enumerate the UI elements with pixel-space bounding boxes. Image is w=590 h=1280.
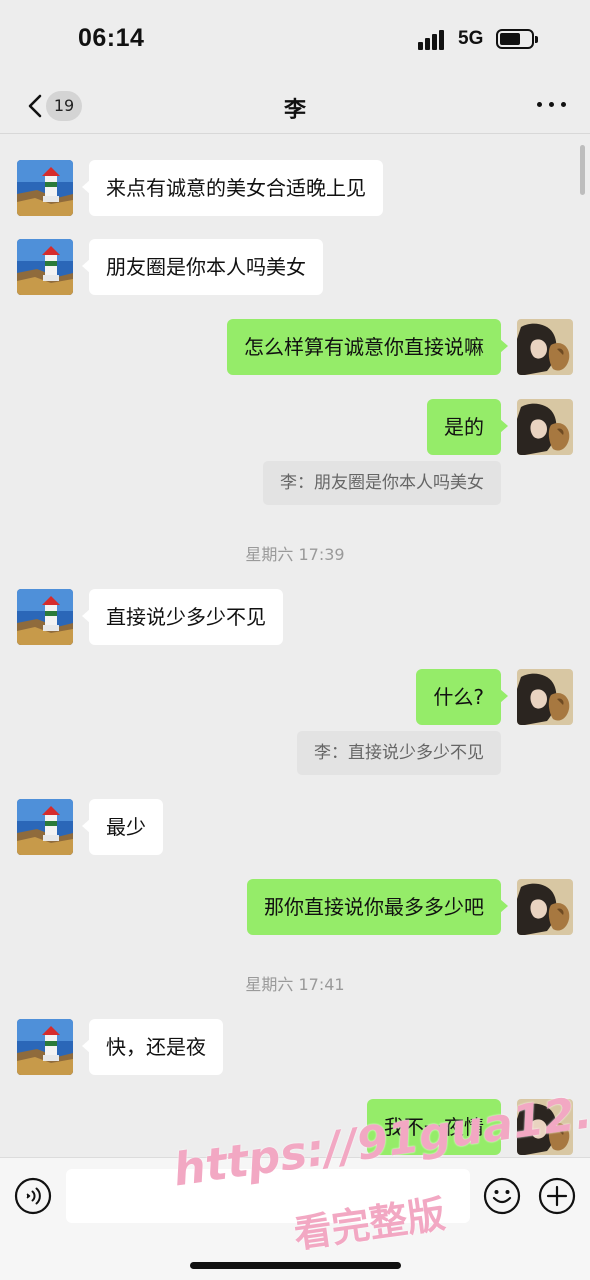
home-indicator[interactable] xyxy=(190,1262,401,1269)
my-avatar[interactable] xyxy=(517,669,573,725)
network-type: 5G xyxy=(458,28,484,49)
my-avatar[interactable] xyxy=(517,879,573,935)
my-avatar[interactable] xyxy=(517,1099,573,1155)
message-bubble-outgoing[interactable]: 什么? xyxy=(416,669,508,725)
message-bubble-incoming[interactable]: 直接说少多少不见 xyxy=(82,589,283,645)
timestamp: 星期六 17:41 xyxy=(245,975,345,994)
status-bar: 06:14 5G xyxy=(0,0,590,80)
message-list[interactable]: 来点有诚意的美女合适晚上见 朋友圈是你本人吗美女 怎么样算有诚意你直接说嘛 是的… xyxy=(0,135,590,1157)
plus-circle-icon[interactable] xyxy=(538,1177,576,1215)
contact-avatar[interactable] xyxy=(17,1019,73,1075)
message-input[interactable] xyxy=(66,1169,470,1223)
contact-avatar[interactable] xyxy=(17,239,73,295)
my-avatar[interactable] xyxy=(517,399,573,455)
voice-icon[interactable] xyxy=(14,1177,52,1215)
chat-screen: 06:14 5G 19 李 来点有诚意的美女合适晚上见 朋友圈是你本人吗美女 怎… xyxy=(0,0,590,1280)
message-bubble-incoming[interactable]: 朋友圈是你本人吗美女 xyxy=(82,239,323,295)
scrollbar[interactable] xyxy=(580,145,585,195)
quoted-message[interactable]: 李：朋友圈是你本人吗美女 xyxy=(263,461,501,505)
message-bubble-incoming[interactable]: 最少 xyxy=(82,799,163,855)
contact-avatar[interactable] xyxy=(17,799,73,855)
more-dots-icon[interactable] xyxy=(536,92,568,116)
message-bubble-outgoing[interactable]: 那你直接说你最多多少吧 xyxy=(247,879,508,935)
message-bubble-outgoing[interactable]: 是的 xyxy=(427,399,508,455)
timestamp: 星期六 17:39 xyxy=(245,545,345,564)
signal-icon xyxy=(418,30,450,50)
emoji-icon[interactable] xyxy=(483,1177,521,1215)
contact-avatar[interactable] xyxy=(17,589,73,645)
message-bubble-incoming[interactable]: 快，还是夜 xyxy=(82,1019,223,1075)
battery-icon xyxy=(496,29,538,49)
contact-name: 李 xyxy=(283,98,306,123)
chat-header: 19 李 xyxy=(0,80,590,134)
my-avatar[interactable] xyxy=(517,319,573,375)
message-bubble-incoming[interactable]: 来点有诚意的美女合适晚上见 xyxy=(82,160,383,216)
message-bubble-outgoing[interactable]: 我不一夜情 xyxy=(367,1099,508,1155)
input-bar xyxy=(0,1157,590,1280)
contact-avatar[interactable] xyxy=(17,160,73,216)
message-bubble-outgoing[interactable]: 怎么样算有诚意你直接说嘛 xyxy=(227,319,508,375)
quoted-message[interactable]: 李：直接说少多少不见 xyxy=(297,731,501,775)
status-time: 06:14 xyxy=(78,24,145,52)
